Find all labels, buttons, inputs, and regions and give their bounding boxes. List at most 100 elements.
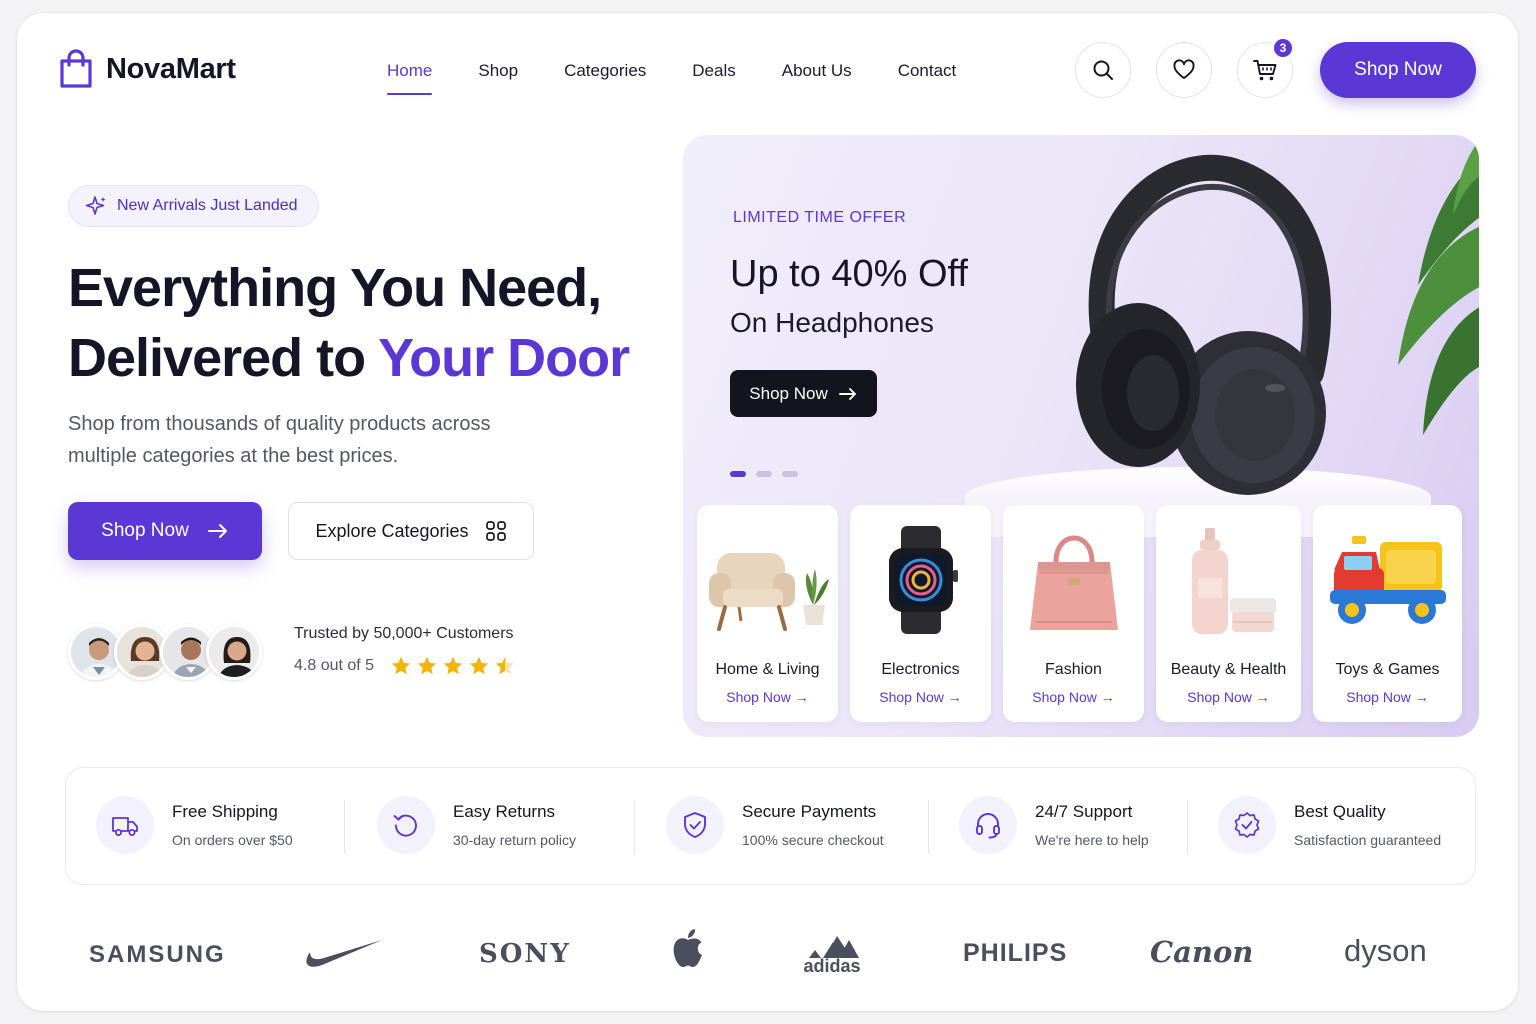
category-link-label: Shop Now [1346,689,1411,705]
toy-truck-icon [1329,536,1446,624]
cart-button[interactable]: 3 [1237,37,1294,98]
apple-logo [673,929,702,967]
smartwatch-icon [888,526,958,634]
category-name: Fashion [1045,661,1102,678]
category-shop-now-link[interactable]: Shop Now → [1003,689,1144,705]
rating: 4.8 out of 5 [294,655,516,677]
page-frame: NovaMart Home Shop Categories Deals Abou… [17,13,1518,1011]
header-shop-now-button[interactable]: Shop Now [1320,42,1476,98]
armchair-icon [708,553,829,631]
nav-link-contact[interactable]: Contact [898,61,957,81]
arrow-right-icon [838,387,856,400]
adidas-wordmark: adidas [803,956,861,976]
arrow-right-icon [207,524,227,538]
grid-icon [485,521,506,541]
feature-easy-returns: Easy Returns 30-day return policy [377,796,576,854]
feature-subtitle: We're here to help [1035,832,1149,848]
handbag-icon [1029,535,1118,630]
feature-subtitle: 30-day return policy [453,832,576,848]
promo-shop-now-label: Shop Now [749,383,828,403]
promo-title: Up to 40% Off [730,253,968,295]
arrow-right-icon: → [1414,689,1429,705]
feature-title: Free Shipping [172,802,278,821]
category-shop-now-link[interactable]: Shop Now → [697,689,838,705]
arrow-right-icon: → [947,689,962,705]
nav-link-home[interactable]: Home [387,61,433,95]
shopping-bag-icon [60,49,92,88]
carousel-dot[interactable] [756,471,772,477]
feature-secure-payments: Secure Payments 100% secure checkout [666,796,884,854]
divider [344,800,345,854]
brand-logo-philips[interactable]: PHILIPS [963,939,1067,968]
nav-link-about-us[interactable]: About Us [782,61,852,81]
search-button[interactable] [1075,42,1131,98]
feature-subtitle: On orders over $50 [172,832,293,848]
divider [634,800,635,854]
nav-link-categories[interactable]: Categories [564,61,646,81]
feature-icon-wrap [96,796,154,854]
feature-free-shipping: Free Shipping On orders over $50 [96,796,293,854]
return-icon [393,814,417,837]
category-card-home-living[interactable]: Home & Living Shop Now → [697,505,838,722]
brand-logo-samsung[interactable]: SAMSUNG [89,941,226,969]
hero-subtitle: Shop from thousands of quality products … [68,413,491,467]
promo-shop-now-button[interactable]: Shop Now [730,370,877,417]
category-card-electronics[interactable]: Electronics Shop Now → [850,505,991,722]
category-card-fashion[interactable]: Fashion Shop Now → [1003,505,1144,722]
explore-categories-button[interactable]: Explore Categories [288,502,534,560]
feature-support: 24/7 Support We're here to help [959,796,1149,854]
feature-title: Secure Payments [742,802,877,821]
cart-count-badge: 3 [1272,37,1294,59]
arrow-right-icon: → [1255,689,1270,705]
feature-best-quality: Best Quality Satisfaction guaranteed [1218,796,1441,854]
category-shop-now-link[interactable]: Shop Now → [1156,689,1301,705]
category-card-beauty-health[interactable]: Beauty & Health Shop Now → [1156,505,1301,722]
new-arrivals-badge: New Arrivals Just Landed [68,185,319,227]
quality-badge-icon [1234,812,1260,838]
avatar [206,624,262,680]
brand-logo-adidas[interactable]: adidas [803,928,861,977]
heart-icon [1173,59,1195,79]
promo-subtitle: On Headphones [730,307,934,338]
plant-decoration [1398,140,1479,435]
wishlist-button[interactable] [1156,42,1212,98]
brand-logo-dyson[interactable]: dyson [1344,933,1427,969]
divider [928,800,929,854]
category-shop-now-link[interactable]: Shop Now → [850,689,991,705]
carousel-dot[interactable] [730,471,746,477]
hero-title: Everything You Need, Delivered to Your D… [68,253,630,393]
hero-title-line1: Everything You Need, [68,258,602,318]
brand-logo-canon[interactable]: Canon [1150,935,1253,969]
headset-icon [976,813,1000,839]
feature-title: 24/7 Support [1035,802,1133,821]
search-icon [1093,60,1113,80]
category-card-toys-games[interactable]: Toys & Games Shop Now → [1313,505,1462,722]
brand-logo-sony[interactable]: SONY [479,939,571,969]
hero-shop-now-label: Shop Now [101,520,189,541]
feature-icon-wrap [959,796,1017,854]
nav-link-deals[interactable]: Deals [692,61,735,81]
hero-title-accent: Your Door [378,328,630,388]
shield-check-icon [684,812,706,838]
truck-icon [112,817,138,836]
category-shop-now-link[interactable]: Shop Now → [1313,689,1462,705]
brand-logo[interactable]: NovaMart [58,49,236,89]
trust-text: Trusted by 50,000+ Customers [294,625,514,642]
feature-icon-wrap [666,796,724,854]
hero-shop-now-button[interactable]: Shop Now [68,502,262,560]
rating-text: 4.8 out of 5 [294,657,375,674]
nav-link-shop[interactable]: Shop [478,61,518,81]
new-arrivals-text: New Arrivals Just Landed [117,197,298,214]
carousel-dot[interactable] [782,471,798,477]
brand-logo-nike[interactable] [300,934,384,970]
adidas-stripes-logo [809,936,859,958]
feature-title: Best Quality [1294,802,1386,821]
star-icon [469,656,489,675]
divider [1187,800,1188,854]
brand-logo-apple[interactable] [671,927,705,969]
headphones-image [1076,154,1332,495]
explore-categories-label: Explore Categories [315,520,469,541]
cart-icon [1253,60,1277,81]
cosmetics-icon [1191,528,1276,634]
category-name: Beauty & Health [1170,661,1287,678]
